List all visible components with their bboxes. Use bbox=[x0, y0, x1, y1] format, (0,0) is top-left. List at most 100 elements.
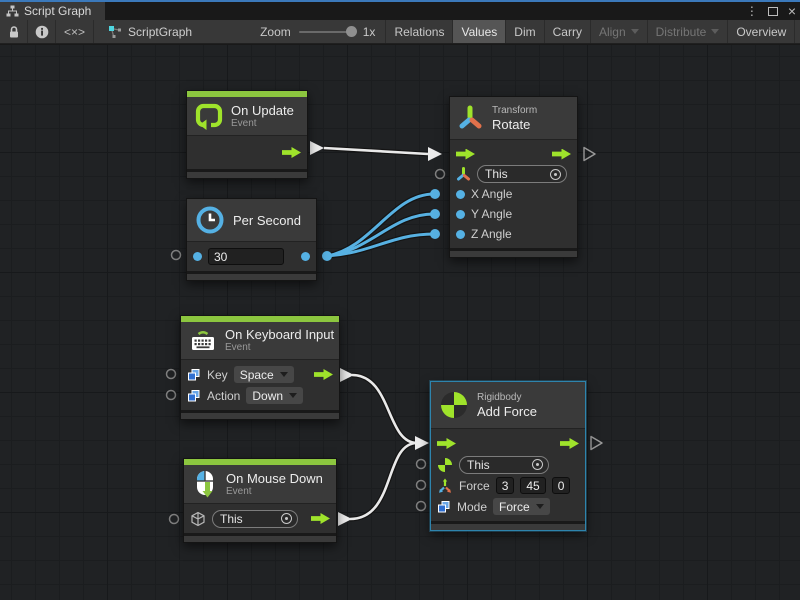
graph-name-label: ScriptGraph bbox=[128, 25, 192, 39]
node-title: On Update bbox=[231, 103, 294, 118]
node-category: Transform bbox=[492, 105, 537, 117]
zoom-slider-handle[interactable] bbox=[346, 26, 357, 37]
chevron-down-icon bbox=[280, 372, 288, 377]
key-dropdown[interactable]: Space bbox=[234, 366, 294, 383]
update-loop-icon bbox=[195, 102, 223, 130]
graph-toolbar: <×> ScriptGraph Zoom 1x Relations Values bbox=[0, 20, 800, 44]
node-footer bbox=[187, 271, 316, 280]
transform-mini-icon bbox=[456, 166, 471, 182]
rate-input[interactable]: 30 bbox=[208, 248, 284, 265]
enum-icon bbox=[187, 368, 201, 382]
close-icon[interactable]: × bbox=[788, 6, 796, 16]
unity-script-graph-window: Script Graph ⋮ × bbox=[0, 0, 800, 600]
port-label: X Angle bbox=[471, 187, 512, 201]
carry-toggle[interactable]: Carry bbox=[545, 20, 591, 43]
field-label: Action bbox=[207, 389, 240, 403]
zoom-control: Zoom 1x bbox=[202, 20, 385, 43]
flow-input-arrow[interactable] bbox=[456, 149, 475, 160]
port-label: Y Angle bbox=[471, 207, 512, 221]
value-port-dot[interactable] bbox=[456, 190, 465, 199]
maximize-icon[interactable] bbox=[768, 7, 778, 16]
fullscreen-button[interactable]: Full Screen bbox=[795, 20, 800, 43]
node-subtitle: Event bbox=[225, 342, 334, 354]
graph-icon bbox=[6, 5, 19, 17]
node-on-keyboard-input[interactable]: On Keyboard Input Event Key Space bbox=[180, 315, 340, 420]
edit-graph-button[interactable]: <×> bbox=[56, 20, 94, 43]
action-dropdown[interactable]: Down bbox=[246, 387, 303, 404]
distribute-menu[interactable]: Distribute bbox=[648, 20, 729, 43]
inspect-button[interactable] bbox=[28, 20, 56, 43]
field-label: Mode bbox=[457, 500, 487, 514]
target-picker-icon[interactable] bbox=[281, 513, 292, 524]
force-y-input[interactable]: 45 bbox=[520, 477, 545, 494]
this-field[interactable]: This bbox=[212, 510, 298, 528]
enum-icon bbox=[187, 389, 201, 403]
info-icon bbox=[35, 25, 49, 39]
chevron-down-icon bbox=[289, 393, 297, 398]
flow-output-arrow[interactable] bbox=[282, 147, 301, 158]
flow-output-arrow[interactable] bbox=[314, 369, 333, 380]
tab-strip: Script Graph bbox=[0, 2, 800, 20]
gameobject-cube-icon bbox=[190, 511, 206, 527]
lock-button[interactable] bbox=[0, 20, 28, 43]
transform-icon bbox=[458, 104, 484, 132]
flow-input-arrow[interactable] bbox=[437, 438, 456, 449]
node-title: Per Second bbox=[233, 213, 301, 228]
align-menu[interactable]: Align bbox=[591, 20, 648, 43]
node-rigidbody-add-force[interactable]: Rigidbody Add Force This bbox=[430, 381, 586, 531]
port-label: Z Angle bbox=[471, 227, 512, 241]
node-on-update[interactable]: On Update Event bbox=[186, 90, 308, 179]
node-footer bbox=[187, 169, 307, 178]
target-picker-icon[interactable] bbox=[532, 459, 543, 470]
value-port-dot[interactable] bbox=[456, 210, 465, 219]
graph-breadcrumb[interactable]: ScriptGraph bbox=[94, 20, 202, 43]
lock-icon bbox=[7, 25, 21, 39]
node-title: Add Force bbox=[477, 404, 537, 419]
node-category: Rigidbody bbox=[477, 392, 537, 404]
node-on-mouse-down[interactable]: On Mouse Down Event This bbox=[183, 458, 337, 543]
script-graph-icon bbox=[108, 25, 122, 39]
node-footer bbox=[181, 410, 339, 419]
overview-button[interactable]: Overview bbox=[728, 20, 795, 43]
window-menu-icon[interactable]: ⋮ bbox=[746, 4, 758, 18]
keyboard-icon bbox=[189, 328, 217, 354]
this-field[interactable]: This bbox=[477, 165, 567, 183]
flow-output-arrow[interactable] bbox=[311, 513, 330, 524]
node-transform-rotate[interactable]: Transform Rotate This bbox=[449, 96, 578, 258]
zoom-slider[interactable] bbox=[299, 31, 355, 33]
flow-output-arrow[interactable] bbox=[560, 438, 579, 449]
window-controls: ⋮ × bbox=[746, 2, 796, 20]
force-z-input[interactable]: 0 bbox=[552, 477, 571, 494]
tab-script-graph[interactable]: Script Graph bbox=[0, 2, 105, 20]
this-field[interactable]: This bbox=[459, 456, 549, 474]
graph-canvas[interactable] bbox=[0, 45, 800, 600]
node-subtitle: Event bbox=[231, 118, 294, 130]
node-footer bbox=[431, 521, 585, 530]
window-focus-line bbox=[0, 0, 800, 2]
rigidbody-mini-icon bbox=[437, 457, 453, 473]
target-picker-icon[interactable] bbox=[550, 169, 561, 180]
mode-dropdown[interactable]: Force bbox=[493, 498, 550, 515]
node-title: On Mouse Down bbox=[226, 471, 323, 486]
field-label: Key bbox=[207, 368, 228, 382]
dim-toggle[interactable]: Dim bbox=[506, 20, 544, 43]
relations-toggle[interactable]: Relations bbox=[385, 20, 453, 43]
node-per-second[interactable]: Per Second 30 bbox=[186, 198, 317, 281]
chevron-down-icon bbox=[631, 29, 639, 34]
zoom-label: Zoom bbox=[260, 25, 291, 39]
value-port-dot[interactable] bbox=[456, 230, 465, 239]
enum-icon bbox=[437, 500, 451, 514]
node-footer bbox=[184, 533, 336, 542]
code-icon: <×> bbox=[64, 25, 85, 39]
clock-icon bbox=[195, 205, 225, 235]
value-port-dot[interactable] bbox=[301, 252, 310, 261]
mouse-down-icon bbox=[192, 470, 218, 498]
node-title: Rotate bbox=[492, 117, 537, 132]
value-port-dot[interactable] bbox=[193, 252, 202, 261]
values-toggle[interactable]: Values bbox=[453, 20, 506, 43]
node-subtitle: Event bbox=[226, 486, 323, 498]
flow-output-arrow[interactable] bbox=[552, 149, 571, 160]
vector3-icon bbox=[437, 478, 453, 494]
zoom-value: 1x bbox=[363, 25, 376, 39]
force-x-input[interactable]: 3 bbox=[496, 477, 515, 494]
